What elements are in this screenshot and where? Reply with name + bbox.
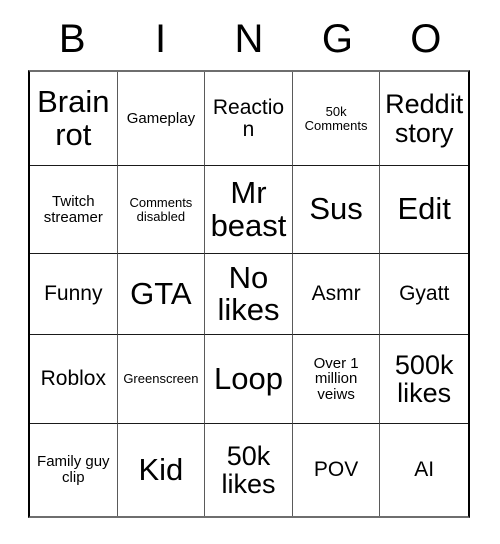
bingo-cell[interactable]: 50k Comments — [292, 72, 381, 166]
bingo-cell[interactable]: Over 1 million veiws — [292, 335, 381, 424]
bingo-cell[interactable]: Roblox — [30, 335, 118, 424]
bingo-cell[interactable]: No likes — [205, 254, 293, 335]
bingo-cell[interactable]: Kid — [117, 424, 206, 516]
bingo-header-letter-i: I — [155, 17, 167, 61]
bingo-cell-label: Asmr — [311, 282, 361, 306]
bingo-cell-label: Roblox — [40, 367, 106, 391]
bingo-cell-label: Mr beast — [210, 175, 287, 243]
bingo-cell-label: 50k likes — [221, 440, 276, 499]
bingo-cell-label: Comments disabled — [129, 194, 193, 224]
bingo-cell[interactable]: Family guy clip — [30, 424, 118, 516]
bingo-card: B I N G O Brain rot Gameplay Reaction 50k C… — [28, 8, 470, 518]
bingo-cell-label: AI — [414, 458, 435, 482]
bingo-cell-label: POV — [313, 458, 359, 482]
bingo-cell[interactable]: GTA — [117, 254, 206, 335]
bingo-cell-label: Gyatt — [399, 282, 450, 306]
bingo-header-letter-n: N — [234, 17, 264, 61]
bingo-cell-label: GTA — [130, 275, 192, 311]
bingo-cell-label: Greenscreen — [123, 371, 199, 387]
bingo-cell[interactable]: Reddit story — [380, 72, 468, 166]
bingo-header-row: B I N G O — [28, 8, 470, 70]
bingo-cell-label: Sus — [309, 191, 363, 227]
bingo-cell[interactable]: Gameplay — [117, 72, 206, 166]
bingo-cell[interactable]: AI — [380, 424, 468, 516]
bingo-cell[interactable]: POV — [292, 424, 381, 516]
bingo-cell[interactable]: Gyatt — [380, 254, 468, 335]
bingo-cell-label: Reaction — [212, 95, 285, 141]
bingo-cell-label: Funny — [44, 282, 103, 306]
bingo-cell-label: Gameplay — [126, 109, 196, 127]
bingo-cell[interactable]: Greenscreen — [117, 335, 206, 424]
bingo-cell-label: Reddit story — [385, 89, 464, 148]
bingo-cell[interactable]: Brain rot — [30, 72, 118, 166]
bingo-cell[interactable]: Mr beast — [205, 166, 293, 254]
bingo-cell-label: Brain rot — [37, 84, 110, 152]
bingo-header-letter-g: G — [321, 17, 353, 61]
bingo-cell-label: Loop — [214, 360, 283, 396]
bingo-cell-label: 500k likes — [394, 349, 454, 408]
bingo-cell[interactable]: 500k likes — [380, 335, 468, 424]
bingo-cell[interactable]: Loop — [205, 335, 293, 424]
bingo-cell-label: Kid — [138, 451, 184, 487]
bingo-cell[interactable]: Asmr — [292, 254, 381, 335]
bingo-cell[interactable]: 50k likes — [205, 424, 293, 516]
bingo-header-letter-o: O — [410, 17, 442, 61]
bingo-grid: Brain rot Gameplay Reaction 50k Comments Red… — [28, 70, 470, 518]
bingo-header-letter-b: B — [58, 17, 86, 61]
bingo-cell-label: 50k Comments — [304, 103, 368, 133]
bingo-cell[interactable]: Reaction — [205, 72, 293, 166]
bingo-cell-label: No likes — [217, 259, 280, 327]
bingo-cell-label: Family guy clip — [37, 453, 110, 486]
bingo-cell[interactable]: Sus — [292, 166, 381, 254]
bingo-cell[interactable]: Funny — [30, 254, 118, 335]
bingo-cell[interactable]: Twitch streamer — [30, 166, 118, 254]
bingo-cell-label: Edit — [397, 191, 451, 227]
bingo-cell-label: Twitch streamer — [43, 192, 103, 226]
bingo-cell-label: Over 1 million veiws — [313, 354, 359, 403]
bingo-cell[interactable]: Comments disabled — [117, 166, 206, 254]
bingo-cell[interactable]: Edit — [380, 166, 468, 254]
